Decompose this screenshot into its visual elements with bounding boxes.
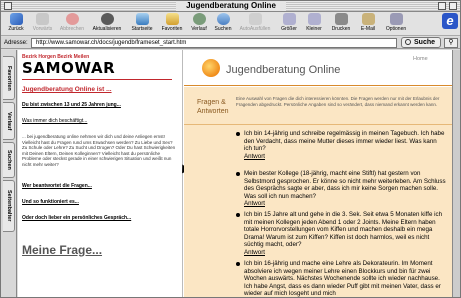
search-go-label: Suche (414, 39, 436, 46)
search-button[interactable]: Suchen (212, 13, 234, 35)
window-title: Jugendberatung Online (176, 1, 286, 11)
home-icon (135, 13, 149, 25)
faq-question: Ich bin 15 Jahre alt und gehe in die 3. … (244, 211, 443, 249)
faq-item: Ich bin 16-jährig und mache eine Lehre a… (236, 260, 446, 298)
faq-item: Ich bin 15 Jahre alt und gehe in die 3. … (236, 211, 446, 257)
tab-verlauf[interactable]: Verlauf (3, 102, 15, 140)
tab-seitenbalter[interactable]: Seitenbalter (3, 180, 15, 232)
faq-question: Ich bin 16-jährig und mache eine Lehre a… (244, 260, 441, 298)
left-frame: Bezirk Horgen Bezirk Meilen SAMOWAR Juge… (18, 50, 183, 297)
address-label: Adresse: (4, 40, 28, 46)
autofill-icon (248, 13, 262, 25)
close-box-icon[interactable] (4, 2, 12, 10)
home-link[interactable]: Home (413, 56, 428, 62)
sun-logo-icon (202, 59, 220, 77)
bullet-icon (236, 172, 240, 176)
toolbar: Zurück Vorwärts Abbrechen Aktualisieren … (1, 12, 460, 36)
options-button[interactable]: Optionen (381, 13, 411, 35)
mail-button[interactable]: E-Mail (356, 13, 380, 35)
nav-link-personal[interactable]: Oder doch lieber ein persönliches Gesprä… (22, 215, 131, 221)
title-bar[interactable]: Jugendberatung Online (1, 1, 460, 12)
autofill-button[interactable]: AutoAusfüllen (235, 13, 275, 35)
right-frame: Jugendberatung Online Home Fragen & Antw… (184, 50, 452, 298)
site-title: Jugendberatung Online (226, 64, 341, 76)
larger-text-button[interactable]: Größer (277, 13, 301, 35)
history-button[interactable]: Verlauf (187, 13, 211, 35)
back-button[interactable]: Zurück (4, 13, 28, 35)
bullet-icon (236, 213, 240, 217)
smaller-text-button[interactable]: Kleiner (302, 13, 326, 35)
explorer-bar-tabs: Favoriten Verlauf Suchen Seitenbalter (1, 50, 17, 297)
nav-link-intro[interactable]: Jugendberatung Online ist ... (22, 86, 112, 93)
nav-link-worry[interactable]: Was immer dich beschäftigt... (22, 118, 87, 124)
forward-button[interactable]: Vorwärts (29, 13, 56, 35)
faq-item: Mein bester Kollege (18-jährig, macht ei… (236, 170, 446, 208)
stop-icon (65, 13, 79, 25)
larger-text-icon (282, 13, 296, 25)
intro-description: ... bei jugendberatung online nehmen wir… (22, 134, 176, 167)
zoom-box-icon[interactable] (438, 2, 446, 10)
forward-arrow-icon (36, 13, 49, 25)
tab-favoriten[interactable]: Favoriten (3, 56, 15, 100)
back-arrow-icon (9, 13, 23, 25)
stop-button[interactable]: Abbrechen (57, 13, 87, 35)
magnifier-icon (405, 39, 411, 45)
answer-link[interactable]: Antwort (244, 200, 446, 208)
options-icon (389, 13, 403, 25)
faq-title: Fragen & Antworten (197, 99, 229, 115)
faq-divider (184, 124, 452, 125)
bullet-icon (236, 132, 240, 136)
print-icon (334, 13, 348, 25)
nav-link-age[interactable]: Du bist zwischen 13 und 25 Jahren jung..… (22, 102, 121, 108)
search-icon (216, 13, 230, 25)
tab-suchen[interactable]: Suchen (3, 142, 15, 178)
answer-link[interactable]: Antwort (244, 249, 446, 257)
faq-question: Mein bester Kollege (18-jährig, macht ei… (244, 170, 446, 200)
faq-question: Ich bin 14-jährig und schreibe regelmäss… (244, 130, 445, 153)
browser-window: Jugendberatung Online Zurück Vorwärts Ab… (0, 0, 461, 298)
vertical-scrollbar[interactable] (452, 50, 460, 297)
address-field[interactable]: http://www.samowar.ch/docs/jugendb/frame… (31, 38, 397, 48)
nav-link-who[interactable]: Wer beantwortet die Fragen... (22, 183, 92, 189)
refresh-icon (100, 13, 114, 25)
search-go-button[interactable]: Suche (401, 37, 441, 48)
site-header: Jugendberatung Online Home (184, 50, 452, 86)
print-button[interactable]: Drucken (327, 13, 355, 35)
history-icon (192, 13, 206, 25)
answer-link[interactable]: Antwort (244, 153, 446, 161)
nav-link-how[interactable]: Und so funktioniert es... (22, 199, 79, 205)
ie-logo-icon: e (442, 13, 458, 29)
favorites-button[interactable]: Favoriten (158, 13, 186, 35)
smaller-text-icon (307, 13, 321, 25)
samowar-logo[interactable]: SAMOWAR (22, 60, 115, 77)
nav-link-my-question[interactable]: Meine Frage... (22, 243, 102, 257)
globe-icon[interactable]: ⚲ (444, 38, 458, 48)
address-bar: Adresse: http://www.samowar.ch/docs/juge… (1, 37, 460, 49)
page-content: Bezirk Horgen Bezirk Meilen SAMOWAR Juge… (18, 50, 452, 298)
bullet-icon (236, 262, 240, 266)
favorites-icon (165, 13, 179, 25)
faq-intro: Eine Auswahl von Fragen die dich interes… (236, 96, 440, 107)
refresh-button[interactable]: Aktualisieren (88, 13, 126, 35)
brand-divider (22, 79, 172, 80)
faq-item: Ich bin 14-jährig und schreibe regelmäss… (236, 130, 446, 160)
home-button[interactable]: Startseite (127, 13, 157, 35)
mail-icon (361, 13, 375, 25)
collapse-box-icon[interactable] (449, 2, 457, 10)
